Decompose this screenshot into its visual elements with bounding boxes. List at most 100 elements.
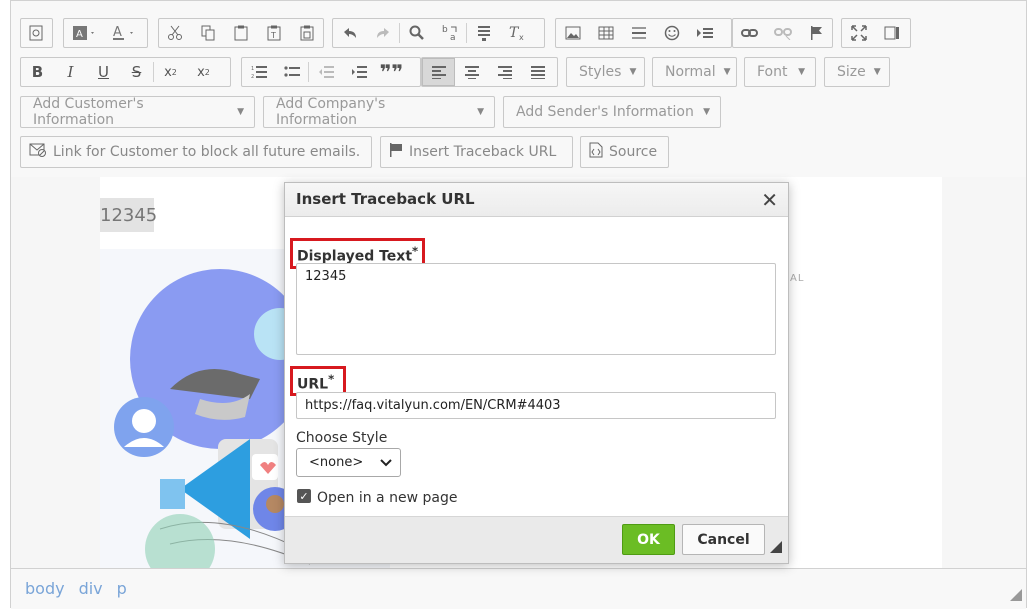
required-mark: * [412, 244, 419, 258]
toolgroup-colors: A A [63, 18, 148, 48]
paste-word-icon[interactable] [290, 19, 323, 47]
italic-icon[interactable]: I [54, 58, 87, 86]
cancel-button[interactable]: Cancel [682, 524, 765, 555]
unlink-icon[interactable] [766, 19, 799, 47]
add-sender-info-dropdown[interactable]: Add Sender's Information ▼ [503, 96, 721, 128]
align-right-icon[interactable] [488, 58, 521, 86]
align-left-icon[interactable] [422, 58, 455, 86]
styles-combo[interactable]: Styles ▼ [566, 57, 645, 87]
show-blocks-icon[interactable] [875, 19, 908, 47]
url-label: URL* [297, 372, 334, 393]
add-sender-info-label: Add Sender's Information [516, 104, 694, 120]
toolgroup-edit: ba Tx [332, 18, 545, 48]
chevron-down-icon: ▼ [237, 107, 244, 117]
find-icon[interactable] [400, 19, 433, 47]
indent-icon[interactable] [342, 58, 375, 86]
add-company-info-dropdown[interactable]: Add Company's Information ▼ [263, 96, 495, 128]
format-combo[interactable]: Normal ▼ [652, 57, 737, 87]
dialog-resize-icon[interactable] [770, 538, 782, 557]
toolgroup-insert [555, 18, 732, 48]
table-icon[interactable] [589, 19, 622, 47]
svg-text:A: A [76, 29, 83, 40]
maximize-icon[interactable] [842, 19, 875, 47]
path-item-p[interactable]: p [117, 579, 127, 598]
outdent-icon[interactable] [309, 58, 342, 86]
anchor-flag-icon[interactable] [799, 19, 832, 47]
smiley-icon[interactable] [655, 19, 688, 47]
style-select-value: <none> [309, 455, 364, 470]
chevron-down-icon: ▼ [873, 67, 881, 77]
toolgroup-lists: 12 ❞❞ [241, 57, 421, 87]
text-color-icon[interactable]: A [104, 19, 144, 47]
numbered-list-icon[interactable]: 12 [242, 58, 275, 86]
editor-toolbar: A A T b a T x B I U S x 2 x 2 1 2 ❞❞ Sty… [11, 1, 1026, 178]
svg-text:x: x [519, 33, 524, 41]
add-customer-info-dropdown[interactable]: Add Customer's Information ▼ [20, 96, 255, 128]
selected-text: 12345 [100, 198, 157, 232]
svg-text:A: A [113, 25, 122, 40]
redo-icon[interactable] [366, 19, 399, 47]
source-label: Source [609, 144, 658, 160]
insert-traceback-url-button[interactable]: Insert Traceback URL [380, 136, 573, 168]
paste-icon[interactable] [225, 19, 258, 47]
choose-style-label: Choose Style [296, 430, 388, 446]
block-future-emails-button[interactable]: Link for Customer to block all future em… [20, 136, 372, 168]
align-center-icon[interactable] [455, 58, 488, 86]
path-item-div[interactable]: div [79, 579, 103, 598]
underline-icon[interactable]: U [87, 58, 120, 86]
chevron-down-icon: ▼ [798, 67, 805, 77]
displayed-text-field[interactable]: 12345 [296, 263, 776, 355]
remove-format-icon[interactable]: Tx [500, 19, 533, 47]
undo-icon[interactable] [333, 19, 366, 47]
image-icon[interactable] [556, 19, 589, 47]
link-icon[interactable] [733, 19, 766, 47]
url-label-text: URL [297, 376, 329, 393]
size-combo[interactable]: Size ▼ [824, 57, 890, 87]
size-combo-label: Size [837, 64, 866, 80]
resize-handle-icon[interactable] [1010, 586, 1022, 605]
displayed-text-label: Displayed Text* [297, 244, 418, 265]
block-future-emails-label: Link for Customer to block all future em… [53, 144, 361, 160]
svg-text:a: a [450, 33, 456, 42]
url-field[interactable]: https://faq.vitalyun.com/EN/CRM#4403 [296, 392, 776, 419]
insert-traceback-url-dialog: Insert Traceback URL ✕ Displayed Text* 1… [284, 182, 789, 564]
subscript-icon[interactable]: x2 [154, 58, 187, 86]
select-all-icon[interactable] [467, 19, 500, 47]
blockquote-icon[interactable]: ❞❞ [375, 58, 408, 86]
toolgroup-clipboard: T [158, 18, 324, 48]
replace-icon[interactable]: ba [433, 19, 466, 47]
required-mark: * [328, 372, 335, 386]
page-break-icon[interactable] [688, 19, 721, 47]
bold-icon[interactable]: B [21, 58, 54, 86]
format-combo-label: Normal [665, 64, 716, 80]
toolgroup-preview [20, 18, 53, 48]
font-combo[interactable]: Font ▼ [744, 57, 816, 87]
toolgroup-basic-styles: B I U S x2 x2 [20, 57, 231, 87]
chevron-down-icon [380, 458, 392, 466]
svg-text:2: 2 [251, 74, 254, 79]
background-color-icon[interactable]: A [64, 19, 104, 47]
paste-text-icon[interactable]: T [257, 19, 290, 47]
source-button[interactable]: Source [580, 136, 669, 168]
svg-text:1: 1 [251, 66, 254, 72]
dialog-title: Insert Traceback URL [296, 190, 475, 208]
horizontal-line-icon[interactable] [622, 19, 655, 47]
strikethrough-icon[interactable]: S [120, 58, 153, 86]
chevron-down-icon: ▼ [723, 67, 731, 77]
style-select[interactable]: <none> [296, 448, 401, 477]
dialog-header[interactable]: Insert Traceback URL ✕ [285, 183, 788, 217]
chevron-down-icon: ▼ [629, 67, 637, 77]
preview-icon[interactable] [21, 19, 51, 47]
bulleted-list-icon[interactable] [275, 58, 308, 86]
cut-icon[interactable] [159, 19, 192, 47]
copy-icon[interactable] [192, 19, 225, 47]
superscript-icon[interactable]: x2 [187, 58, 220, 86]
add-company-info-label: Add Company's Information [276, 96, 386, 128]
ok-button[interactable]: OK [622, 524, 675, 555]
toolgroup-view [841, 18, 911, 48]
close-icon[interactable]: ✕ [761, 188, 778, 212]
chevron-down-icon: ▼ [703, 107, 710, 117]
open-new-page-checkbox[interactable]: ✓ [297, 489, 311, 503]
justify-icon[interactable] [521, 58, 554, 86]
path-item-body[interactable]: body [25, 579, 65, 598]
